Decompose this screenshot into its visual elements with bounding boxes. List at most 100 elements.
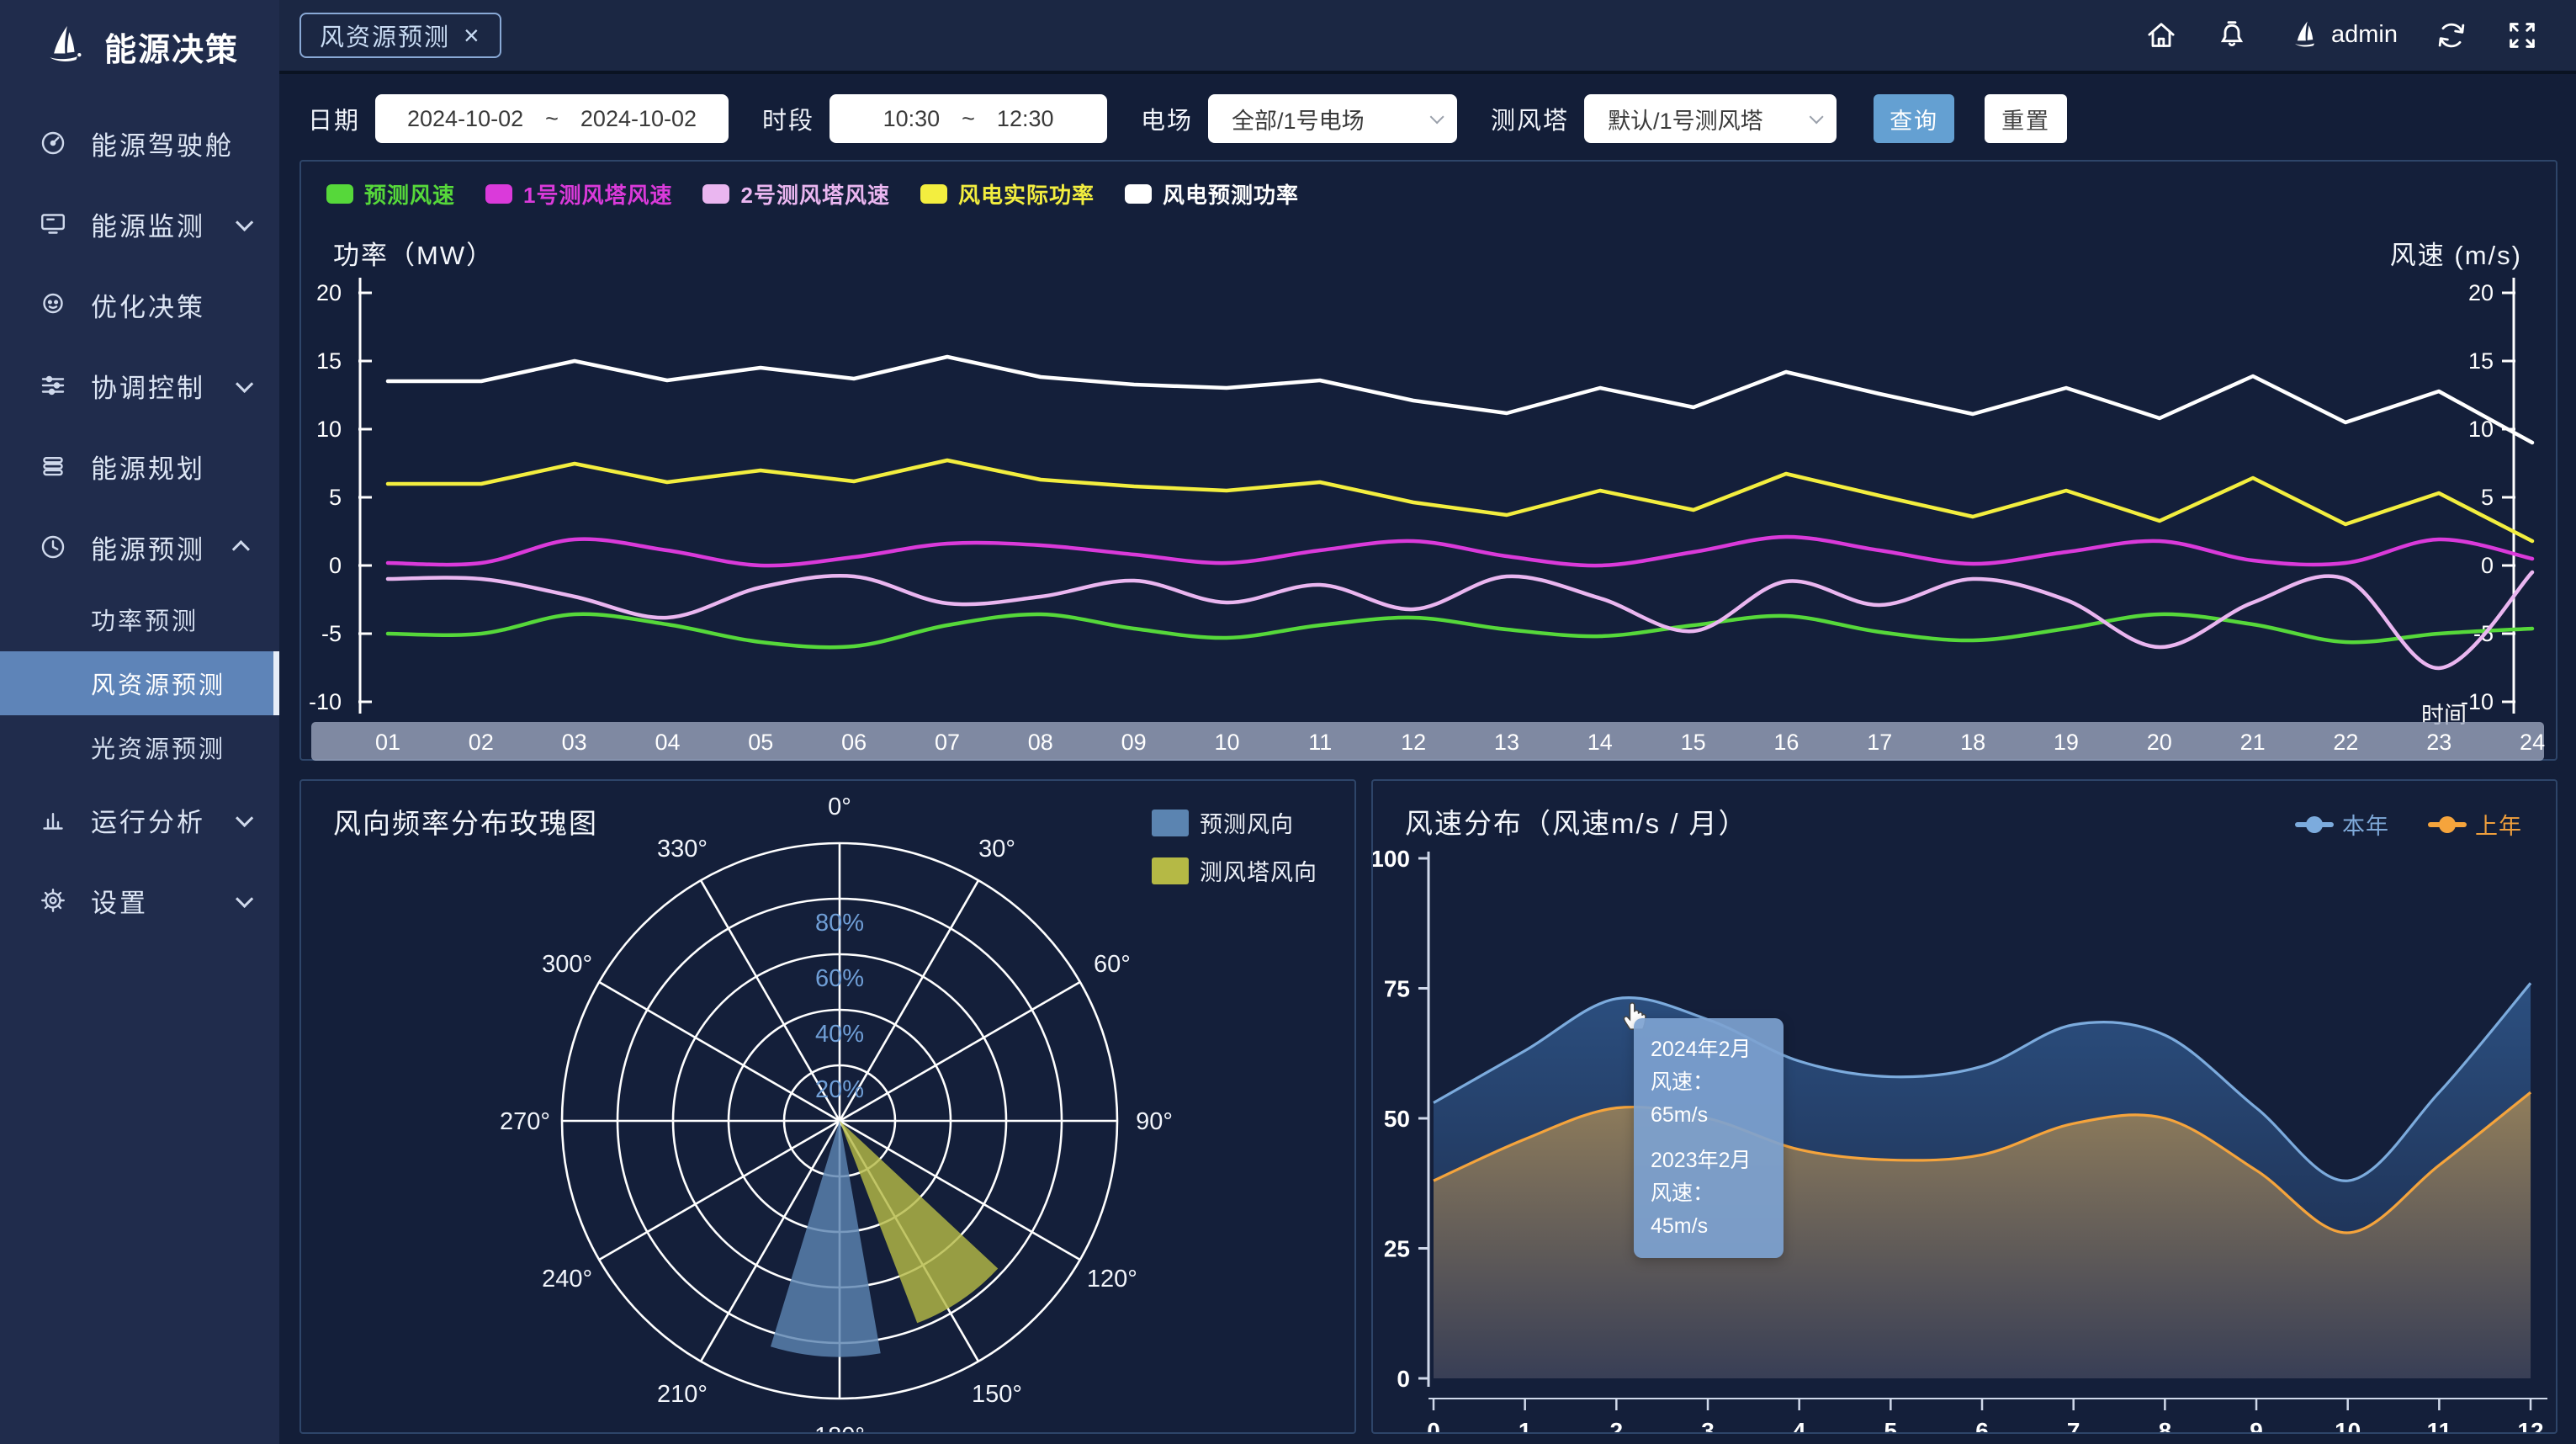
x-tick-label: 10 [1214,730,1239,756]
sidebar-item-label: 能源驾驶舱 [91,125,254,162]
x-tick-label: 11 [1308,730,1332,756]
date-range-input[interactable]: 2024-10-02 ~ 2024-10-02 [375,94,729,143]
sidebar-item-0[interactable]: 能源驾驶舱 [0,103,279,183]
x-tick-label: 12 [1401,730,1426,756]
gear-icon [34,885,72,916]
sliders-icon [34,370,72,401]
dist-x-tick: 6 [1975,1418,1989,1432]
rose-angle-label: 210° [657,1381,708,1408]
x-tick-label: 16 [1773,730,1799,756]
rose-radius-tick: 20% [815,1076,864,1103]
fullscreen-icon[interactable] [2505,19,2539,52]
dist-x-tick: 3 [1701,1418,1715,1432]
refresh-icon[interactable] [2435,19,2468,52]
x-tick-label: 19 [2054,730,2079,756]
tab-close-icon[interactable]: × [464,22,481,49]
app-logo: 能源决策 [0,0,279,89]
rose-angle-label: 30° [978,836,1015,863]
wind-rose-panel: 风向频率分布玫瑰图 预测风向测风塔风向 20%40%60%80%0°30°60°… [299,779,1356,1434]
main-line-chart[interactable]: 2020151510105500-5-5-10-10 [301,162,2559,761]
bars-icon [34,804,72,835]
tooltip-series-1-value: 风速：65m/s [1651,1066,1767,1132]
chevron-down-icon [1430,109,1444,124]
left-axis-tick-label: -10 [309,689,342,714]
x-tick-label: 01 [375,730,400,756]
tooltip-series-2-label: 2023年2月 [1651,1144,1767,1177]
sidebar-subitem-风资源预测[interactable]: 风资源预测 [0,651,279,715]
chart-tooltip: 2024年2月 风速：65m/s 2023年2月 风速：45m/s [1634,1018,1784,1258]
sidebar-item-1[interactable]: 能源监测 [0,183,279,264]
sidebar-item-3[interactable]: 协调控制 [0,345,279,426]
sidebar-item-4[interactable]: 能源规划 [0,426,279,507]
left-axis-tick-label: 10 [316,417,342,442]
sidebar-subitem-功率预测[interactable]: 功率预测 [0,587,279,651]
sidebar-item-5[interactable]: 能源预测 [0,507,279,587]
chevron-down-icon [236,213,253,231]
chevron-down-icon [1810,109,1824,124]
dist-y-tick: 50 [1384,1106,1410,1132]
rose-angle-label: 330° [657,836,708,863]
right-axis-tick-label: 5 [2481,485,2494,510]
chevron-down-icon [236,374,253,392]
user-account[interactable]: admin [2286,17,2398,54]
avatar-sail-icon [2286,17,2323,54]
x-tick-label: 23 [2426,730,2451,756]
date-label: 日期 [308,101,360,136]
x-tick-label: 07 [935,730,960,756]
farm-select[interactable]: 全部/1号电场 [1208,94,1457,143]
x-tick-label: 22 [2333,730,2358,756]
series-line-风电实际功率 [388,460,2532,541]
sidebar-item-label: 能源监测 [91,205,236,243]
sidebar-item-label: 运行分析 [91,801,236,839]
top-bar: 风资源预测 × admin [279,0,2576,71]
dist-y-tick: 0 [1397,1366,1410,1392]
home-icon[interactable] [2144,19,2178,52]
wind-rose-chart[interactable]: 20%40%60%80%0°30°60°90°120°150°180°210°2… [301,781,1354,1432]
series-line-1号测风塔风速 [388,537,2532,565]
dist-x-tick: 4 [1793,1418,1806,1432]
x-tick-label: 04 [655,730,680,756]
rose-angle-label: 180° [814,1423,865,1432]
tower-label: 测风塔 [1491,101,1569,136]
tab-wind-resource-forecast[interactable]: 风资源预测 × [299,13,501,58]
x-tick-label: 14 [1587,730,1613,756]
dist-x-tick: 5 [1884,1418,1898,1432]
sidebar-item-7[interactable]: 设置 [0,860,279,941]
x-tick-label: 03 [562,730,587,756]
windspeed-distribution-chart[interactable]: 10075502500123456789101112 [1373,781,2556,1432]
left-axis-tick-label: 20 [316,280,342,305]
rose-angle-label: 120° [1087,1266,1137,1293]
time-range-input[interactable]: 10:30 ~ 12:30 [830,94,1107,143]
sail-logo-icon [39,22,87,71]
dist-x-tick: 12 [2517,1418,2543,1432]
query-button[interactable]: 查询 [1874,94,1954,143]
dist-y-tick: 100 [1373,846,1410,872]
farm-value: 全部/1号电场 [1232,103,1365,135]
right-axis-tick-label: 0 [2481,553,2494,578]
dist-x-tick: 0 [1427,1418,1440,1432]
rose-radius-tick: 60% [815,965,864,992]
rose-angle-label: 300° [542,951,592,978]
monitor-icon [34,209,72,239]
sidebar-item-label: 协调控制 [91,367,236,405]
clock-icon [34,532,72,562]
rose-angle-label: 60° [1094,951,1131,978]
left-axis-tick-label: -5 [321,621,342,646]
reset-button[interactable]: 重置 [1985,94,2067,143]
dist-y-tick: 75 [1384,976,1410,1002]
tower-select[interactable]: 默认/1号测风塔 [1584,94,1837,143]
x-tick-label: 13 [1494,730,1519,756]
x-axis-zoom-slider[interactable]: 0102030405060708091011121314151617181920… [311,722,2544,761]
sidebar-item-6[interactable]: 运行分析 [0,779,279,860]
app-title: 能源决策 [104,24,239,70]
tooltip-series-2-value: 风速：45m/s [1651,1177,1767,1243]
series-line-预测风速 [388,614,2532,647]
sidebar-menu: 能源驾驶舱能源监测优化决策协调控制能源规划能源预测功率预测风资源预测光资源预测运… [0,103,279,941]
sidebar-subitem-光资源预测[interactable]: 光资源预测 [0,715,279,779]
sidebar-item-2[interactable]: 优化决策 [0,264,279,345]
series-line-2号测风塔风速 [388,572,2532,668]
windspeed-distribution-panel: 风速分布（风速m/s / 月） 本年上年 1007550250012345678… [1371,779,2557,1434]
notification-bell-icon[interactable] [2215,19,2249,52]
layers-icon [34,451,72,481]
x-tick-label: 18 [1960,730,1985,756]
